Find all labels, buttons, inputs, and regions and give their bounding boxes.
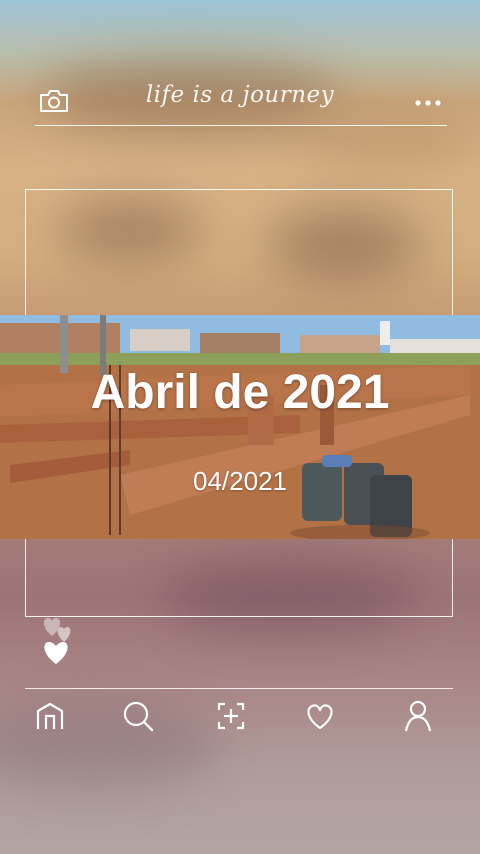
construction-scene <box>0 315 480 539</box>
top-bar: life is a journey <box>0 74 480 126</box>
search-icon[interactable] <box>120 698 156 734</box>
top-divider <box>35 125 447 126</box>
more-dots-icon[interactable] <box>412 94 444 106</box>
hearts-icon[interactable] <box>36 610 84 670</box>
post-date: 04/2021 <box>193 466 287 496</box>
bottom-nav <box>0 688 480 748</box>
camera-icon[interactable] <box>38 88 70 114</box>
heart-icon[interactable] <box>302 698 338 734</box>
home-icon[interactable] <box>32 698 68 734</box>
post-title: Abril de 2021 <box>90 366 390 419</box>
post-photo[interactable]: Abril de 2021 04/2021 <box>0 315 480 539</box>
app-title: life is a journey <box>145 82 335 108</box>
profile-icon[interactable] <box>400 698 436 734</box>
add-photo-icon[interactable] <box>213 698 249 734</box>
